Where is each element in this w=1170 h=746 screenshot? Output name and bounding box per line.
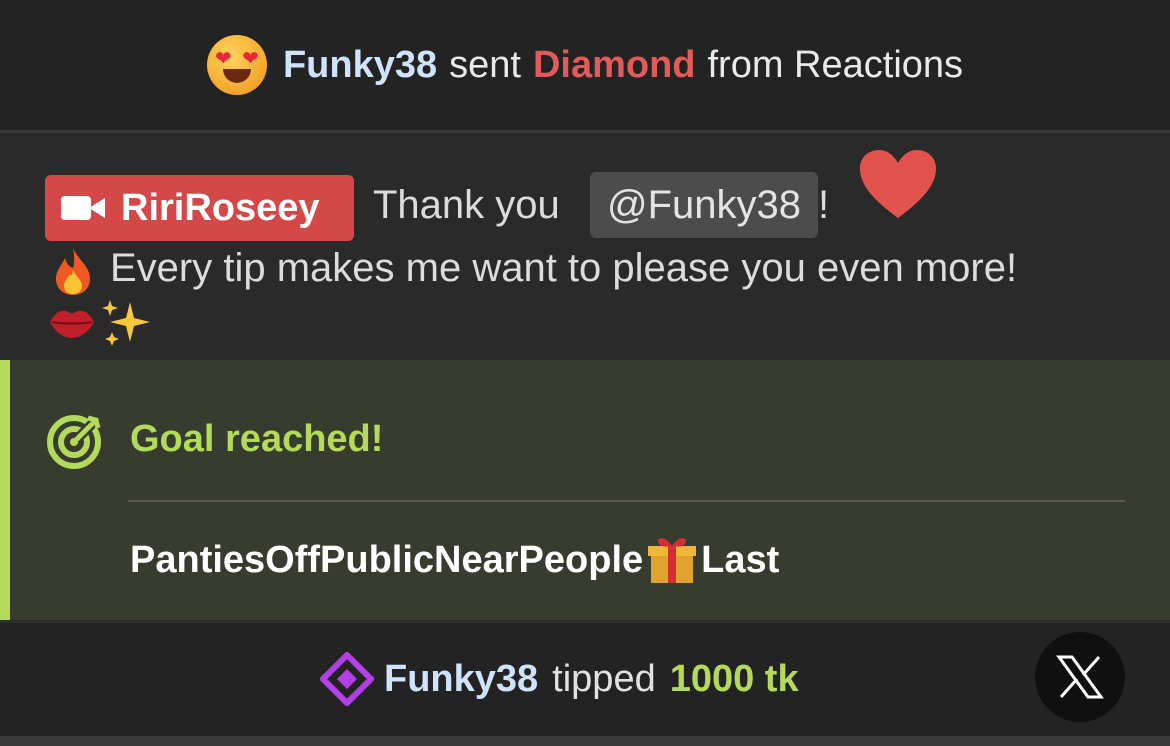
goal-divider [128, 500, 1125, 502]
reaction-suffix: from Reactions [707, 43, 964, 86]
bottom-divider [0, 736, 1170, 746]
x-share-button[interactable] [1035, 632, 1125, 722]
tip-username[interactable]: Funky38 [384, 658, 538, 701]
message-text-prefix: Thank you [373, 183, 560, 227]
goal-name-part1: PantiesOffPublicNearPeople [130, 538, 644, 581]
tip-verb: tipped [552, 657, 656, 700]
reaction-notification: ❤ ❤ Funky38 sent Diamond from Reactions [0, 0, 1170, 130]
gift-icon [648, 538, 697, 583]
reaction-username[interactable]: Funky38 [283, 44, 437, 87]
mention-chip[interactable]: @Funky38 [590, 172, 818, 238]
message-line2: Every tip makes me want to please you ev… [110, 246, 1018, 290]
x-logo-icon [1056, 655, 1104, 699]
tip-line: Funky38 tipped 1000 tk [320, 652, 799, 706]
tip-amount: 1000 tk [669, 657, 799, 700]
heart-icon [860, 150, 936, 218]
goal-name-part2: Last [701, 538, 780, 581]
reaction-item: Diamond [532, 43, 696, 86]
host-username: RiriRoseey [121, 186, 320, 229]
lips-icon [50, 310, 94, 338]
sparkles-icon [102, 300, 150, 346]
goal-title: Goal reached! [130, 418, 384, 460]
goal-accent-bar [0, 360, 10, 620]
fire-icon [56, 248, 90, 295]
heart-eyes-emoji-icon: ❤ ❤ [206, 35, 267, 95]
target-icon [47, 415, 101, 469]
reaction-verb: sent [449, 43, 521, 86]
message-text-suffix: ! [818, 183, 830, 227]
goal-name: PantiesOffPublicNearPeople Last [130, 533, 779, 587]
diamond-icon [320, 652, 374, 706]
host-badge[interactable]: RiriRoseey [45, 175, 354, 241]
video-camera-icon [61, 194, 107, 222]
